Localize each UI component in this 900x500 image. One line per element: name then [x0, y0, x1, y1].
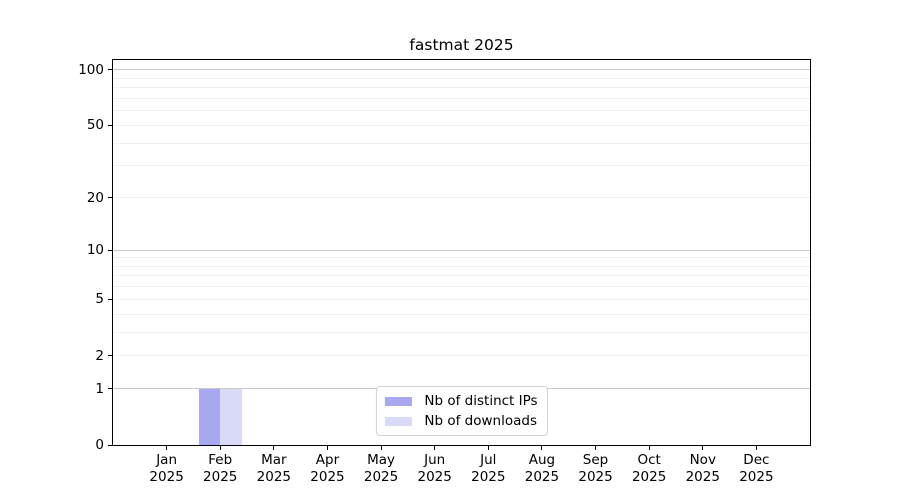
y-tick-label-1: 1	[95, 380, 104, 397]
bar-nb-of-distinct-ips-feb	[198, 388, 221, 445]
y-tick-100	[108, 69, 112, 71]
gridline-minor-2	[113, 355, 810, 357]
gridline-minor-9	[113, 257, 810, 259]
x-tick-may	[380, 446, 382, 450]
x-tick-label-sep: Sep 2025	[578, 452, 613, 485]
x-tick-dec	[755, 446, 757, 450]
x-tick-label-jun: Jun 2025	[417, 452, 452, 485]
x-tick-oct	[648, 446, 650, 450]
gridline-minor-8	[113, 265, 810, 267]
x-tick-label-dec: Dec 2025	[739, 452, 774, 485]
gridline-minor-30	[113, 165, 810, 167]
y-tick-label-20: 20	[86, 189, 104, 206]
y-tick-label-50: 50	[86, 117, 104, 134]
x-tick-label-apr: Apr 2025	[310, 452, 345, 485]
x-tick-apr	[326, 446, 328, 450]
gridline-minor-70	[113, 97, 810, 99]
legend-label-distinct-ips: Nb of distinct IPs	[424, 393, 538, 409]
x-tick-sep	[595, 446, 597, 450]
x-tick-label-mar: Mar 2025	[256, 452, 292, 485]
x-tick-jan	[166, 446, 168, 450]
legend-item-downloads: Nb of downloads	[384, 413, 537, 429]
y-tick-50	[108, 124, 112, 126]
gridline-minor-50	[113, 124, 810, 126]
y-tick-20	[108, 197, 112, 198]
gridline-minor-6	[113, 286, 810, 288]
x-tick-jul	[487, 446, 489, 450]
x-tick-label-jul: Jul 2025	[471, 452, 506, 485]
legend: Nb of distinct IPs Nb of downloads	[375, 386, 548, 436]
gridline-minor-20	[113, 197, 810, 198]
x-tick-label-aug: Aug 2025	[524, 452, 560, 485]
x-tick-nov	[702, 446, 704, 450]
x-tick-label-nov: Nov 2025	[685, 452, 720, 485]
gridline-minor-5	[113, 298, 810, 300]
x-tick-label-feb: Feb 2025	[203, 452, 238, 485]
x-tick-aug	[541, 446, 543, 450]
legend-item-distinct-ips: Nb of distinct IPs	[384, 393, 538, 409]
bar-nb-of-downloads-feb	[220, 388, 242, 445]
y-tick-5	[108, 298, 112, 300]
x-tick-feb	[219, 446, 221, 450]
x-tick-jun	[434, 446, 436, 450]
y-tick-1	[108, 388, 112, 390]
x-tick-label-jan: Jan 2025	[149, 452, 184, 485]
legend-swatch-distinct-ips	[384, 396, 412, 406]
y-tick-label-10: 10	[86, 242, 104, 259]
y-tick-10	[108, 249, 112, 251]
y-tick-label-0: 0	[95, 437, 104, 453]
legend-label-downloads: Nb of downloads	[424, 413, 537, 429]
gridline-minor-4	[113, 313, 810, 315]
y-tick-label-2: 2	[95, 347, 104, 364]
y-tick-0	[108, 444, 112, 446]
gridline-minor-40	[113, 142, 810, 144]
gridline-minor-60	[113, 110, 810, 112]
x-tick-label-may: May 2025	[363, 452, 399, 485]
gridline-minor-7	[113, 275, 810, 277]
gridline-major-100	[113, 69, 810, 71]
gridline-minor-80	[113, 87, 810, 89]
plot-area: Nb of distinct IPs Nb of downloads 0 1 2 5 1…	[78, 59, 811, 485]
figure: fastmat 2025 Nb of distinct IPs Nb of do…	[0, 0, 900, 500]
gridline-minor-90	[113, 77, 810, 79]
y-tick-label-100: 100	[78, 61, 104, 78]
x-tick-label-oct: Oct 2025	[631, 452, 667, 485]
y-tick-label-5: 5	[95, 291, 104, 308]
legend-swatch-downloads	[384, 416, 412, 426]
y-tick-2	[108, 355, 112, 357]
x-tick-mar	[273, 446, 275, 450]
gridline-major-10	[113, 249, 810, 251]
gridline-minor-3	[113, 331, 810, 333]
chart-title: fastmat 2025	[409, 36, 514, 54]
